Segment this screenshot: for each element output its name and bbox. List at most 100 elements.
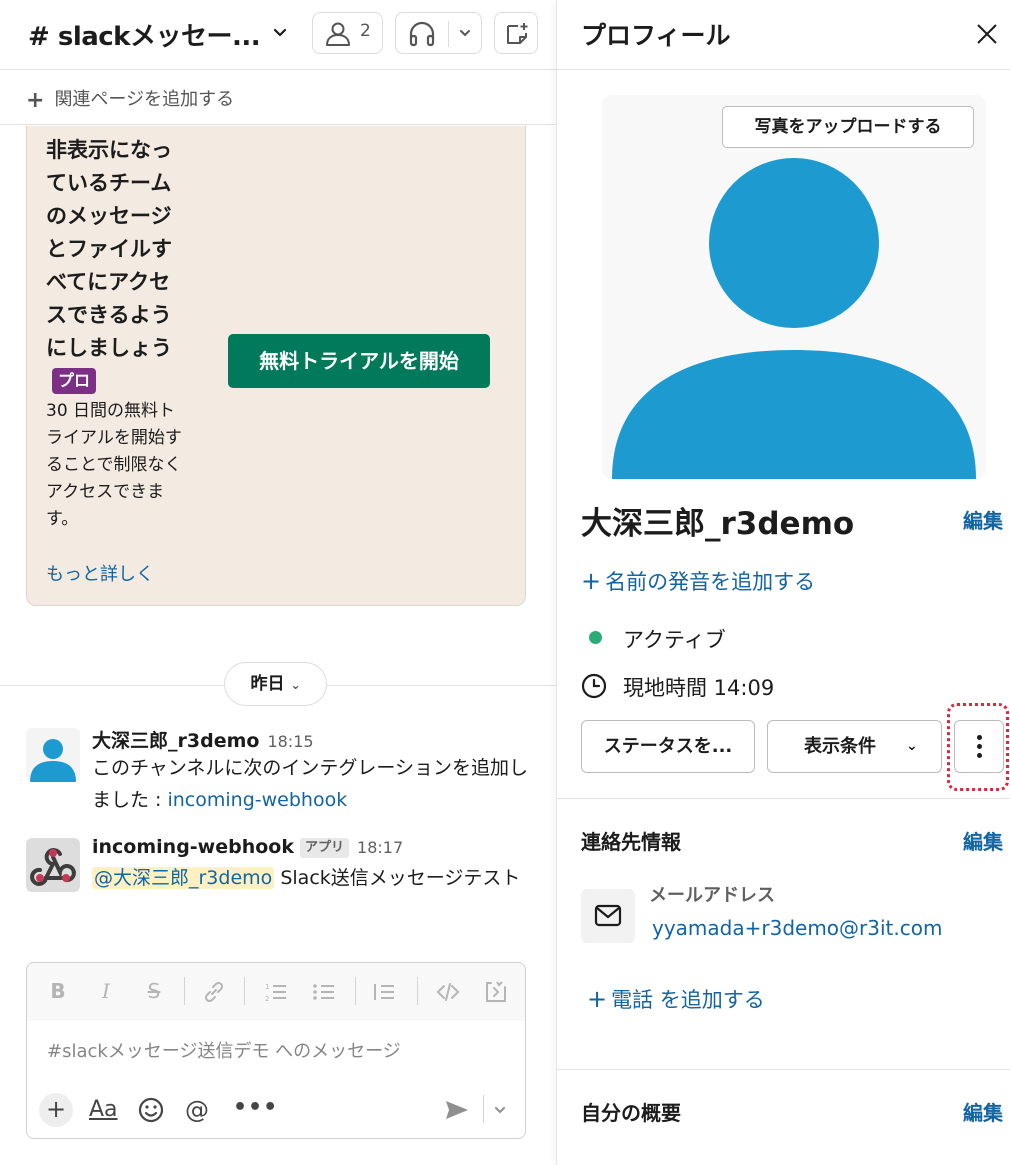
more-options-button[interactable] <box>954 720 1004 773</box>
plus-icon: + <box>581 567 602 595</box>
message-time[interactable]: 18:15 <box>267 732 313 751</box>
profile-header: プロフィール <box>557 0 1010 70</box>
add-bookmark-label: 関連ページを追加する <box>54 89 235 110</box>
active-status-dot <box>589 631 602 644</box>
chevron-down-icon: ⌄ <box>906 738 918 754</box>
divider <box>244 977 245 1005</box>
divider <box>184 977 185 1005</box>
message-author[interactable]: incoming-webhook アプリ 18:17 <box>92 836 403 858</box>
promo-body: 30 日間の無料トライアルを開始することで制限なくアクセスできます。 <box>46 401 182 529</box>
chevron-down-icon[interactable] <box>458 25 472 41</box>
svg-text:1: 1 <box>265 983 269 991</box>
chevron-down-icon: ⌄ <box>290 678 301 692</box>
divider <box>417 977 418 1005</box>
local-time: 現地時間 14:09 <box>623 676 775 700</box>
message-text: このチャンネルに次のインテグレーションを追加しました : incoming-we… <box>92 752 532 816</box>
edit-profile-link[interactable]: 編集 <box>963 505 1003 534</box>
view-as-dropdown[interactable]: 表示条件 ⌄ <box>767 720 942 773</box>
formatting-toggle[interactable]: Aa <box>89 1093 118 1127</box>
attach-plus-icon[interactable]: + <box>39 1093 73 1127</box>
canvas-button[interactable] <box>494 12 538 54</box>
pro-badge: プロ <box>52 368 97 394</box>
contact-section-title: 連絡先情報 <box>581 830 681 854</box>
headphones-icon <box>409 21 435 47</box>
mail-icon <box>581 889 635 943</box>
format-toolbar: B I S 1 2 <box>27 963 525 1021</box>
upgrade-promo-card: 非表示になっているチームのメッセージとファイルすべてにアクセスできるようにしまし… <box>26 126 526 606</box>
divider <box>483 1095 484 1123</box>
strikethrough-icon[interactable]: S <box>141 979 167 1005</box>
upload-photo-button[interactable]: 写真をアップロードする <box>722 106 974 148</box>
divider <box>557 798 1010 799</box>
mention-icon[interactable]: @ <box>185 1093 209 1127</box>
close-icon[interactable] <box>975 22 999 46</box>
profile-pane: プロフィール 写真をアップロードする 大深三郎_r3demo 編集 + 名前の発音… <box>556 0 1010 1165</box>
integration-link[interactable]: incoming-webhook <box>167 789 347 811</box>
add-phone-label: 電話 を追加する <box>611 988 765 1012</box>
numbered-list-icon[interactable]: 1 2 <box>263 979 289 1005</box>
bookmarks-bar: + 関連ページを追加する <box>0 71 556 125</box>
channel-title[interactable]: # slackメッセー... <box>28 16 261 53</box>
link-icon[interactable] <box>201 979 227 1005</box>
email-link[interactable]: yyamada+r3demo@r3it.com <box>652 916 942 940</box>
day-label: 昨日 <box>250 674 285 694</box>
message-time[interactable]: 18:17 <box>357 838 403 857</box>
user-mention[interactable]: @大深三郎_r3demo <box>92 867 275 889</box>
profile-photo[interactable] <box>602 95 986 479</box>
huddle-button[interactable] <box>395 12 482 54</box>
webhook-icon <box>26 838 80 892</box>
blockquote-icon[interactable] <box>371 979 397 1005</box>
view-as-label: 表示条件 <box>804 736 876 757</box>
edit-about-link[interactable]: 編集 <box>963 1097 1003 1126</box>
code-icon[interactable] <box>435 979 461 1005</box>
send-icon[interactable] <box>443 1093 471 1127</box>
about-section-title: 自分の概要 <box>581 1101 681 1125</box>
person-icon <box>326 22 350 46</box>
svg-text:2: 2 <box>265 995 269 1003</box>
message-author[interactable]: 大深三郎_r3demo 18:15 <box>92 726 314 753</box>
message-input[interactable]: #slackメッセージ送信デモ へのメッセージ <box>47 1037 401 1063</box>
promo-heading: 非表示になっているチームのメッセージとファイルすべてにアクセスできるようにしまし… <box>46 134 191 398</box>
message-body: Slack送信メッセージテスト <box>274 867 521 889</box>
day-divider-button[interactable]: 昨日 ⌄ <box>224 662 327 706</box>
learn-more-link[interactable]: もっと詳しく <box>46 560 154 586</box>
add-bookmark-button[interactable]: + 関連ページを追加する <box>26 85 234 113</box>
author-name[interactable]: 大深三郎_r3demo <box>92 730 259 752</box>
chevron-down-icon[interactable] <box>270 22 290 42</box>
divider <box>448 21 449 47</box>
author-name[interactable]: incoming-webhook <box>92 836 294 858</box>
bulleted-list-icon[interactable] <box>311 979 337 1005</box>
message-text: @大深三郎_r3demo Slack送信メッセージテスト <box>92 862 532 894</box>
chevron-down-icon[interactable] <box>493 1093 507 1127</box>
set-status-button[interactable]: ステータスを... <box>581 720 755 773</box>
kebab-menu-icon <box>977 735 982 762</box>
more-actions-icon[interactable]: ••• <box>233 1093 278 1123</box>
app-badge: アプリ <box>300 838 350 858</box>
promo-heading-text: 非表示になっているチームのメッセージとファイルすべてにアクセスできるようにしまし… <box>46 138 172 360</box>
code-block-icon[interactable] <box>483 979 509 1005</box>
message-composer: B I S 1 2 #slackメッセージ送信デモ へのメッセージ + Aa @… <box>26 962 526 1139</box>
email-label: メールアドレス <box>649 885 775 906</box>
channel-header: # slackメッセー... 2 <box>0 0 556 70</box>
plus-icon: + <box>587 985 608 1013</box>
user-avatar-icon <box>26 728 80 782</box>
divider <box>355 977 356 1005</box>
canvas-add-icon <box>507 23 528 44</box>
channel-pane: # slackメッセー... 2 + 関連ページを追加する 非表示になっているチ… <box>0 0 556 1165</box>
add-phone-link[interactable]: + 電話 を追加する <box>587 984 765 1014</box>
bold-icon[interactable]: B <box>45 979 71 1005</box>
emoji-icon[interactable] <box>137 1093 165 1127</box>
avatar[interactable] <box>26 728 80 782</box>
start-trial-button[interactable]: 無料トライアルを開始 <box>228 334 490 388</box>
edit-contact-link[interactable]: 編集 <box>963 826 1003 855</box>
italic-icon[interactable]: I <box>93 979 119 1005</box>
member-count: 2 <box>360 21 371 41</box>
divider <box>557 1069 1010 1070</box>
user-avatar-icon <box>602 95 986 479</box>
pronunciation-label: 名前の発音を追加する <box>605 570 816 594</box>
profile-name: 大深三郎_r3demo <box>581 506 855 542</box>
avatar[interactable] <box>26 838 80 892</box>
clock-icon <box>581 673 607 699</box>
members-button[interactable]: 2 <box>312 12 383 54</box>
add-pronunciation-link[interactable]: + 名前の発音を追加する <box>581 566 815 596</box>
